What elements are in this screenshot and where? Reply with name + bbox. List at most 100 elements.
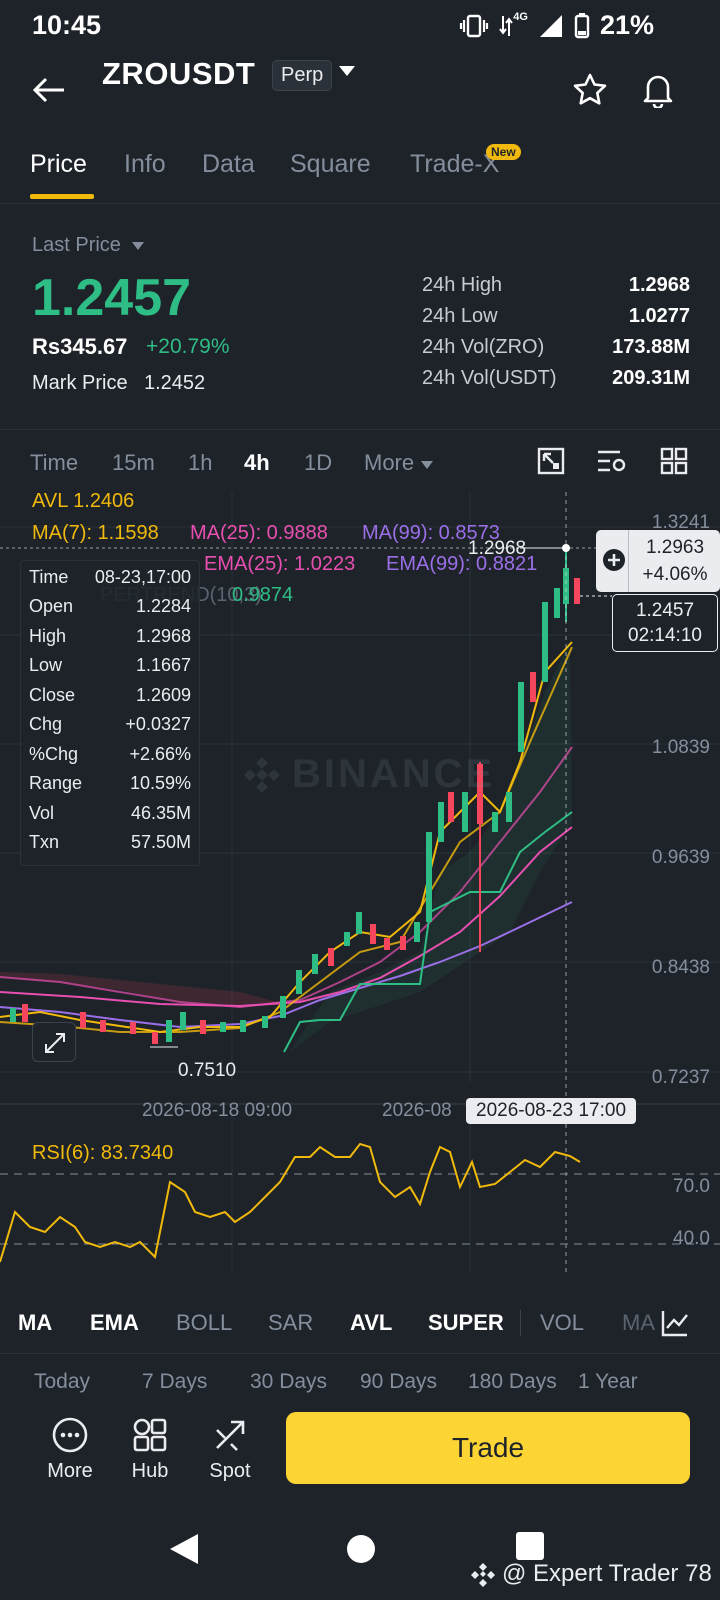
crosshair-price-box: 1.2963 +4.06% — [596, 530, 720, 592]
header: ZROUSDT Perp — [0, 52, 720, 132]
more-dots-icon — [52, 1417, 88, 1453]
spot-label: Spot — [209, 1460, 251, 1482]
tf-more[interactable]: More — [364, 450, 434, 476]
depth-chart-icon[interactable] — [536, 446, 566, 476]
mark-price-label: Mark Price — [32, 372, 128, 394]
range-7d[interactable]: 7 Days — [142, 1370, 207, 1394]
divider — [520, 1310, 521, 1336]
binance-logo-icon — [244, 756, 280, 793]
expand-icon — [45, 1033, 65, 1053]
ind-ema[interactable]: EMA — [90, 1310, 139, 1336]
status-icons: 4G 21% — [459, 10, 654, 41]
ema25-indicator: EMA(25): 1.0223 — [204, 553, 356, 575]
ind-avl[interactable]: AVL — [350, 1310, 392, 1336]
tf-4h[interactable]: 4h — [244, 450, 270, 476]
tab-data[interactable]: Data — [202, 150, 255, 179]
hub-icon — [133, 1418, 167, 1452]
binance-logo-icon — [471, 1563, 495, 1587]
fullscreen-button[interactable] — [32, 1022, 76, 1062]
add-order-icon[interactable] — [602, 548, 626, 572]
battery-icon — [574, 12, 590, 38]
data-arrows-icon — [499, 15, 514, 36]
trade-button[interactable]: Trade — [286, 1412, 690, 1484]
chevron-down-icon[interactable] — [338, 64, 356, 78]
high-price-marker: 1.2968 — [468, 538, 527, 559]
crosshair-price: 1.2963 — [645, 537, 705, 558]
tooltip-row: Txn 57.50M — [29, 832, 191, 852]
ohlc-tooltip: Time 08-23,17:00 Open 1.2284 High 1.2968 Lo… — [20, 560, 200, 866]
stat-24h-vol-base: 24h Vol(ZRO) 173.88M — [422, 336, 690, 358]
nav-back-icon[interactable] — [168, 1532, 200, 1566]
caret-down-icon — [421, 461, 434, 469]
tf-1d[interactable]: 1D — [304, 450, 332, 476]
y-axis-label: 0.9639 — [651, 847, 710, 868]
range-1y[interactable]: 1 Year — [578, 1370, 638, 1394]
status-bar: 10:45 4G 21% — [0, 0, 720, 52]
status-time: 10:45 — [32, 10, 102, 40]
rsi-level-low: 40.0 — [673, 1228, 710, 1249]
spot-button[interactable]: Spot — [190, 1416, 270, 1483]
last-price: 1.2457 — [32, 269, 192, 327]
main-tabs: Price Info Data Square Trade-X — [0, 140, 720, 204]
tooltip-row: Low 1.1667 — [29, 655, 191, 675]
supertrend-value: 0.9874 — [232, 584, 294, 606]
battery-percent: 21% — [599, 10, 654, 40]
avl-indicator: AVL 1.2406 — [32, 490, 135, 512]
nav-recents-icon[interactable] — [514, 1530, 546, 1562]
y-axis-label: 1.0839 — [651, 737, 710, 758]
user-watermark: @ Expert Trader 78 — [470, 1560, 712, 1588]
indicator-settings-icon[interactable] — [660, 1308, 690, 1338]
swap-icon — [216, 1420, 245, 1451]
tf-15m[interactable]: 15m — [112, 450, 155, 476]
range-selector: Today 7 Days 30 Days 90 Days 180 Days 1 … — [0, 1356, 720, 1412]
more-button[interactable]: More — [30, 1416, 110, 1483]
ma25-indicator: MA(25): 0.9888 — [190, 522, 328, 544]
tooltip-row: Range 10.59% — [29, 773, 191, 793]
tooltip-row: Time 08-23,17:00 — [29, 567, 191, 587]
symbol-title[interactable]: ZROUSDT — [102, 56, 255, 92]
star-icon[interactable] — [572, 72, 608, 108]
mark-price: 1.2452 — [144, 372, 206, 394]
rsi-label: RSI(6): 83.7340 — [32, 1142, 174, 1164]
contract-type-badge: Perp — [272, 60, 333, 91]
current-price-box: 1.2457 02:14:10 — [612, 594, 718, 652]
caret-down-icon — [131, 242, 144, 250]
crosshair-time: 2026-08-23 17:00 — [466, 1098, 637, 1124]
tab-square[interactable]: Square — [290, 150, 371, 179]
stat-24h-vol-quote: 24h Vol(USDT) 209.31M — [422, 367, 690, 389]
range-180d[interactable]: 180 Days — [468, 1370, 557, 1394]
back-arrow-icon[interactable] — [32, 76, 66, 104]
ind-sar[interactable]: SAR — [268, 1310, 313, 1336]
last-price-selector[interactable]: Last Price — [32, 234, 145, 257]
x-axis-label: 2026-08-18 09:00 — [142, 1100, 293, 1121]
indicator-tabs: MA EMA BOLL SAR AVL SUPER VOL MA — [0, 1290, 720, 1354]
tooltip-row: Open 1.2284 — [29, 596, 191, 616]
grid-layout-icon[interactable] — [660, 446, 688, 476]
tf-1h[interactable]: 1h — [188, 450, 212, 476]
tooltip-row: High 1.2968 — [29, 626, 191, 646]
tooltip-row: Chg +0.0327 — [29, 714, 191, 734]
ind-boll[interactable]: BOLL — [176, 1310, 232, 1336]
low-price-marker: 0.7510 — [178, 1060, 237, 1081]
stat-24h-low: 24h Low 1.0277 — [422, 305, 690, 327]
ind-ma-sub[interactable]: MA — [622, 1310, 655, 1336]
tf-time[interactable]: Time — [30, 450, 78, 476]
bell-icon[interactable] — [640, 70, 676, 108]
y-axis-label: 0.7237 — [651, 1067, 710, 1088]
range-30d[interactable]: 30 Days — [250, 1370, 327, 1394]
tab-price[interactable]: Price — [30, 150, 87, 179]
range-today[interactable]: Today — [34, 1370, 90, 1394]
chart-settings-icon[interactable] — [596, 448, 628, 476]
tab-info[interactable]: Info — [124, 150, 166, 179]
range-90d[interactable]: 90 Days — [360, 1370, 437, 1394]
fiat-price: Rs345.67 — [32, 334, 128, 359]
ind-super[interactable]: SUPER — [428, 1310, 504, 1336]
hub-button[interactable]: Hub — [110, 1416, 190, 1483]
nav-home-icon[interactable] — [344, 1532, 378, 1566]
ind-ma[interactable]: MA — [18, 1310, 52, 1336]
new-badge: New — [486, 144, 521, 160]
ind-vol[interactable]: VOL — [540, 1310, 584, 1336]
active-tab-indicator — [30, 194, 94, 199]
current-price-tag: 1.2457 — [635, 600, 695, 621]
tooltip-row: Close 1.2609 — [29, 685, 191, 705]
